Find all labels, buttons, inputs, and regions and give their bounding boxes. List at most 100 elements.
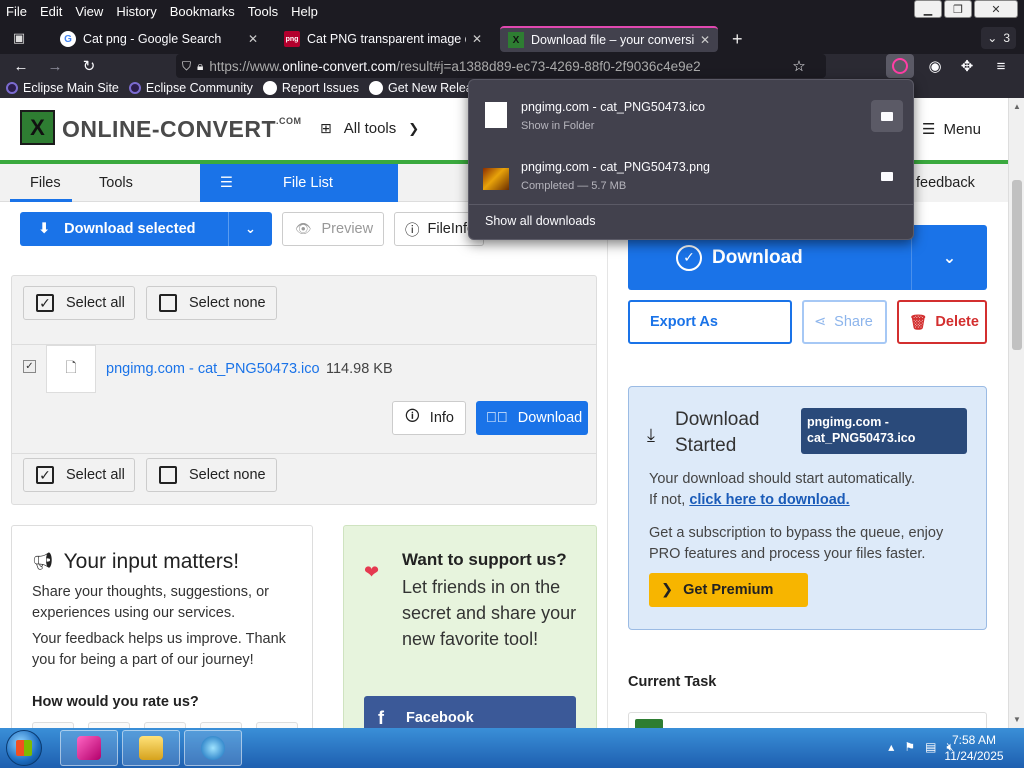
firefox-view-button[interactable]: ▣: [6, 27, 32, 49]
minimize-button[interactable]: ▁: [914, 0, 942, 18]
bookmark-eclipse-community[interactable]: Eclipse Community: [128, 81, 253, 95]
download-file-name: pngimg.com - cat_PNG50473.ico: [521, 100, 706, 114]
menu-edit[interactable]: Edit: [34, 4, 69, 19]
page-scrollbar[interactable]: ▲ ▼: [1008, 98, 1024, 728]
lock-icon: 🔒︎: [197, 58, 204, 73]
firefox-view-icon: ▣: [12, 30, 26, 45]
tab-title: Cat PNG transparent image dow: [307, 32, 466, 46]
panel-divider: [469, 204, 913, 205]
url-bar[interactable]: ⛉ 🔒︎ https://www. online-convert.com/resu…: [176, 54, 826, 78]
new-tab-button[interactable]: +: [732, 29, 743, 50]
nav-bar: ← → ↻ ⛉ 🔒︎ https://www. online-convert.co…: [0, 54, 1024, 78]
download-item[interactable]: pngimg.com - cat_PNG50473.ico Show in Fo…: [469, 84, 913, 144]
puzzle-icon: ✥: [960, 58, 974, 75]
downloads-panel: pngimg.com - cat_PNG50473.ico Show in Fo…: [468, 79, 914, 240]
menu-help[interactable]: Help: [285, 4, 325, 19]
restore-button[interactable]: ❐: [944, 0, 972, 18]
close-icon: ✕: [991, 3, 1001, 16]
trash-icon: 🗑︎: [909, 314, 928, 331]
tab-google-search[interactable]: G Cat png - Google Search ✕: [52, 26, 266, 52]
system-clock[interactable]: 7:58 AM 11/24/2025: [936, 732, 1012, 764]
menu-history[interactable]: History: [110, 4, 163, 19]
task-icon: [635, 719, 663, 728]
list-all-tabs-button[interactable]: ⌄ 3: [981, 27, 1016, 49]
scrollbar-thumb[interactable]: [1012, 180, 1022, 350]
current-task-row: [628, 712, 987, 728]
check-circle-icon: ✓: [676, 244, 702, 271]
taskbar-browser[interactable]: [184, 730, 242, 766]
menu-bar: File Edit View History Bookmarks Tools H…: [0, 0, 1024, 22]
tracking-shield-icon: ⛉: [182, 58, 192, 73]
premium-label: Get Premium: [683, 582, 774, 598]
tab-count: 3: [1003, 31, 1010, 45]
export-as-label: Export As: [650, 314, 718, 330]
back-button[interactable]: ←: [10, 56, 32, 76]
if-not-text: If not,: [649, 492, 690, 508]
bookmark-star-button[interactable]: ☆: [788, 56, 810, 76]
bookmark-eclipse-main[interactable]: Eclipse Main Site: [6, 81, 119, 95]
auto-download-text: Your download should start automatically…: [649, 471, 915, 487]
close-window-button[interactable]: ✕: [974, 0, 1018, 18]
download-started-title: Download Started: [675, 409, 760, 456]
menu-bookmarks[interactable]: Bookmarks: [164, 4, 242, 19]
image-thumbnail-icon: [483, 168, 509, 190]
url-path: /result#j=a1388d89-ec73-4269-88f0-2f9036…: [396, 58, 701, 74]
download-icon: ⤓: [647, 425, 655, 445]
bookmark-report-issues[interactable]: Report Issues: [262, 81, 359, 95]
github-icon: [368, 81, 383, 95]
open-folder-button[interactable]: [871, 160, 903, 192]
tab-online-convert[interactable]: X Download file – your conversion ✕: [500, 26, 718, 52]
show-hidden-icons-icon[interactable]: ▴: [888, 740, 894, 755]
download-status: Completed — 5.7 MB: [521, 180, 627, 192]
reload-button[interactable]: ↻: [78, 56, 100, 76]
menu-file[interactable]: File: [0, 4, 34, 19]
taskbar-explorer[interactable]: [122, 730, 180, 766]
file-icon: [485, 102, 507, 128]
taskbar-app-1[interactable]: [60, 730, 118, 766]
account-button[interactable]: ◉: [924, 56, 946, 76]
share-icon: ⋖: [814, 314, 827, 330]
click-here-download-link[interactable]: click here to download.: [689, 492, 849, 508]
windows-logo-icon: [16, 740, 32, 756]
menu-view[interactable]: View: [69, 4, 110, 19]
show-all-downloads-link[interactable]: Show all downloads: [485, 214, 596, 228]
download-item[interactable]: pngimg.com - cat_PNG50473.png Completed …: [469, 144, 913, 204]
action-center-icon[interactable]: ⚑: [904, 740, 915, 755]
url-domain: online-convert.com: [282, 58, 397, 74]
download-dropdown-button[interactable]: ⌄: [911, 225, 987, 290]
downloads-button[interactable]: [886, 54, 914, 78]
close-tab-icon[interactable]: ✕: [248, 32, 258, 46]
extensions-button[interactable]: ✥: [956, 56, 978, 76]
minimize-icon: ▁: [923, 3, 933, 16]
tab-pngimg[interactable]: png Cat PNG transparent image dow ✕: [276, 26, 490, 52]
open-folder-button[interactable]: [871, 100, 903, 132]
close-tab-icon[interactable]: ✕: [472, 32, 482, 46]
app-icon: [77, 736, 101, 760]
manual-download-text: If not, click here to download.: [649, 492, 850, 508]
chevron-down-icon: ⌄: [942, 249, 957, 267]
download-progress-icon: [892, 58, 908, 74]
get-premium-button[interactable]: ❯ Get Premium: [649, 573, 808, 607]
close-tab-icon[interactable]: ✕: [700, 33, 710, 47]
delete-button[interactable]: 🗑︎ Delete: [897, 300, 987, 344]
online-convert-icon: X: [508, 32, 524, 48]
google-icon: G: [60, 31, 76, 47]
export-as-button[interactable]: Export As: [628, 300, 792, 344]
star-icon: ☆: [792, 58, 806, 75]
menu-tools[interactable]: Tools: [242, 4, 285, 19]
account-icon: ◉: [928, 58, 942, 75]
app-menu-button[interactable]: ≡: [990, 56, 1012, 76]
share-button[interactable]: ⋖ Share: [802, 300, 887, 344]
start-button[interactable]: [6, 730, 42, 766]
network-icon[interactable]: ▤: [925, 740, 936, 755]
scroll-up-icon[interactable]: ▲: [1013, 102, 1021, 111]
folder-icon: [139, 736, 163, 760]
tab-title: Download file – your conversion: [531, 33, 694, 47]
forward-button[interactable]: →: [44, 56, 66, 76]
reload-icon: ↻: [82, 58, 96, 75]
windows-taskbar: ▴ ⚑ ▤ 🔇︎ 7:58 AM 11/24/2025: [0, 728, 1024, 768]
tab-title: Cat png - Google Search: [83, 32, 222, 46]
browser-icon: [201, 736, 225, 760]
arrow-right-icon: →: [47, 57, 63, 75]
scroll-down-icon[interactable]: ▼: [1013, 715, 1021, 724]
